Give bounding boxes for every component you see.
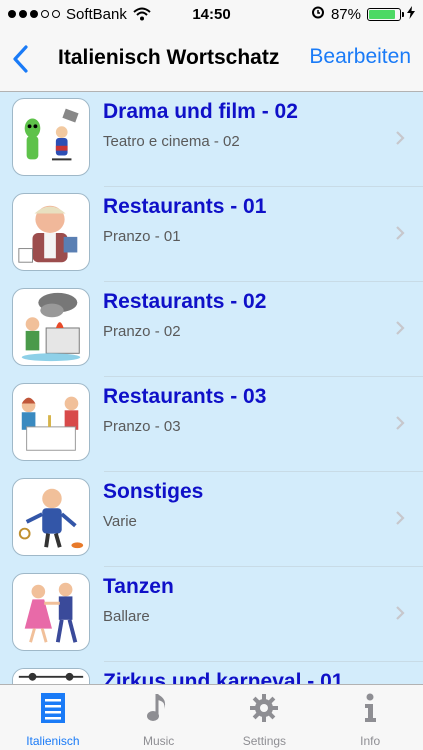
- list-item-subtitle: Pranzo - 02: [103, 323, 181, 340]
- chevron-right-icon: [396, 321, 405, 335]
- tab-bar: Italienisch Music Settings Info: [0, 684, 423, 750]
- list-item-title: Restaurants - 02: [103, 290, 267, 313]
- battery-icon: [367, 7, 404, 21]
- smoking-stove-illustration: [12, 288, 90, 366]
- list-item[interactable]: Drama und film - 02 Teatro e cinema - 02: [0, 92, 423, 187]
- battery-percentage: 87%: [330, 5, 361, 23]
- tab-info[interactable]: Info: [317, 685, 423, 750]
- list-item-subtitle: Varie: [103, 513, 137, 530]
- tab-italienisch[interactable]: Italienisch: [0, 685, 106, 750]
- list-item-subtitle: Teatro e cinema - 02: [103, 133, 240, 150]
- list-item-title: Sonstiges: [103, 480, 204, 503]
- status-bar: SoftBank 14:50 87%: [0, 0, 423, 28]
- list-item-subtitle: Pranzo - 01: [103, 228, 181, 245]
- chevron-left-icon: [13, 45, 28, 73]
- theatre-aliens-illustration: [12, 98, 90, 176]
- list-item[interactable]: Restaurants - 03 Pranzo - 03: [0, 377, 423, 472]
- list-item-title: Drama und film - 02: [103, 100, 298, 123]
- circus-illustration: [12, 668, 90, 684]
- chevron-right-icon: [396, 131, 405, 145]
- list-item[interactable]: Zirkus und karneval - 01: [0, 662, 423, 684]
- alarm-clock-icon: [311, 5, 325, 23]
- list-item-title: Restaurants - 01: [103, 195, 267, 218]
- diner-man-illustration: [12, 193, 90, 271]
- carrier-name: SoftBank: [66, 5, 127, 23]
- navigation-bar: Italienisch Wortschatz Bearbeiten: [0, 28, 423, 92]
- list-item-title: Tanzen: [103, 575, 174, 598]
- list-document-icon: [40, 693, 65, 723]
- charging-bolt-icon: [407, 5, 415, 23]
- wifi-icon: [133, 7, 151, 21]
- tab-settings[interactable]: Settings: [212, 685, 318, 750]
- tab-music[interactable]: Music: [106, 685, 212, 750]
- list-item-title: Zirkus und karneval - 01: [103, 670, 344, 684]
- gear-icon: [250, 694, 279, 722]
- tab-label: Italienisch: [26, 734, 80, 748]
- chevron-right-icon: [396, 226, 405, 240]
- juggler-man-illustration: [12, 478, 90, 556]
- list-item[interactable]: Sonstiges Varie: [0, 472, 423, 567]
- chevron-right-icon: [396, 511, 405, 525]
- lesson-list: Drama und film - 02 Teatro e cinema - 02…: [0, 92, 423, 684]
- tab-label: Info: [360, 734, 381, 748]
- tab-label: Settings: [242, 734, 287, 748]
- info-icon: [365, 693, 377, 722]
- list-item[interactable]: Restaurants - 02 Pranzo - 02: [0, 282, 423, 377]
- list-item-title: Restaurants - 03: [103, 385, 267, 408]
- list-item[interactable]: Restaurants - 01 Pranzo - 01: [0, 187, 423, 282]
- chevron-right-icon: [396, 416, 405, 430]
- list-item-subtitle: Pranzo - 03: [103, 418, 181, 435]
- music-note-icon: [146, 694, 165, 721]
- couple-dining-illustration: [12, 383, 90, 461]
- list-item-subtitle: Ballare: [103, 608, 150, 625]
- signal-strength-icon: [8, 10, 60, 18]
- dancing-couple-illustration: [12, 573, 90, 651]
- back-button[interactable]: [10, 44, 32, 74]
- edit-button[interactable]: Bearbeiten: [309, 45, 411, 69]
- chevron-right-icon: [396, 606, 405, 620]
- tab-label: Music: [142, 734, 175, 748]
- list-item[interactable]: Tanzen Ballare: [0, 567, 423, 662]
- page-title: Italienisch Wortschatz: [58, 46, 280, 69]
